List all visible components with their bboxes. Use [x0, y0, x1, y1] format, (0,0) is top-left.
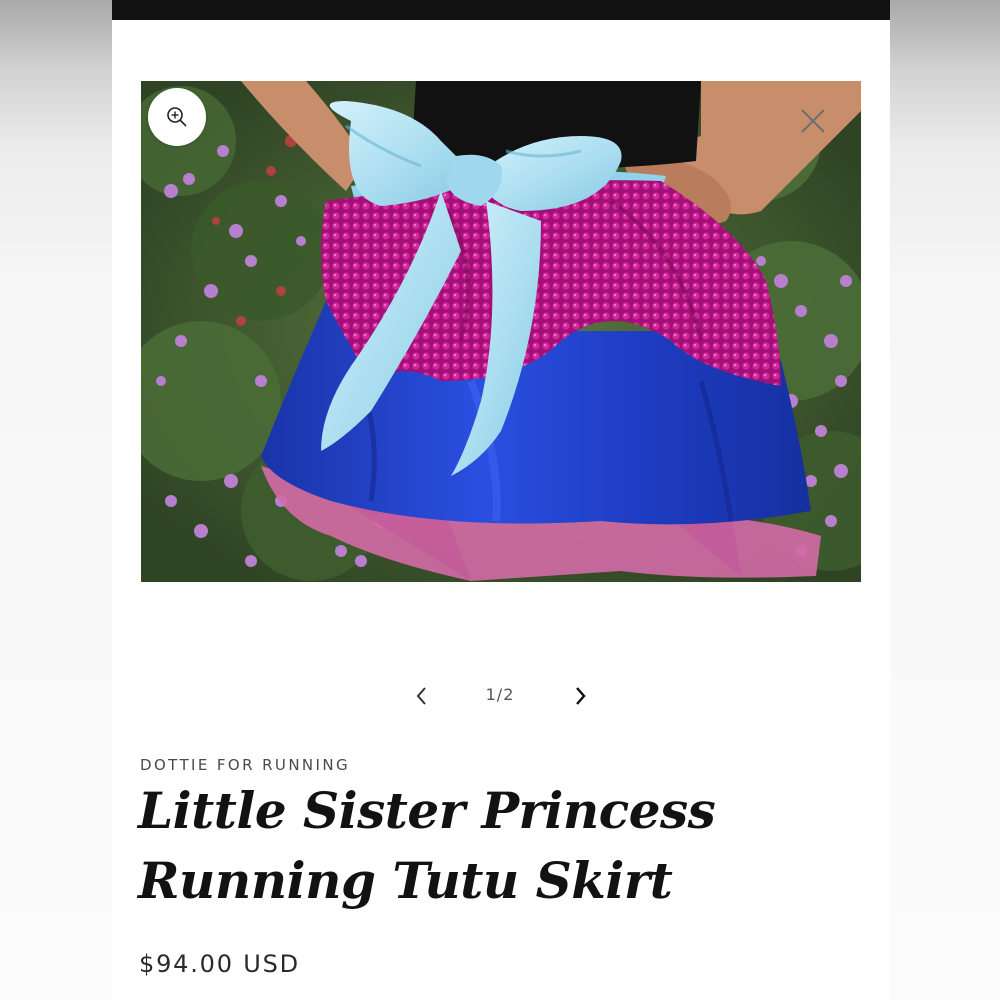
product-title: Little Sister Princess Running Tutu Skir… [138, 781, 716, 910]
zoom-button[interactable] [148, 88, 206, 146]
previous-slide-button[interactable] [406, 680, 438, 712]
product-image[interactable] [141, 81, 861, 582]
top-bar [112, 0, 890, 20]
right-backdrop [890, 0, 1000, 1000]
slide-counter: 1/2 [485, 685, 515, 704]
chevron-left-icon [416, 687, 426, 705]
close-icon [801, 109, 825, 133]
chevron-right-icon [576, 687, 586, 705]
product-vendor: DOTTIE FOR RUNNING [140, 756, 351, 774]
next-slide-button[interactable] [564, 680, 596, 712]
product-page: 1/2 DOTTIE FOR RUNNING Little Sister Pri… [112, 0, 890, 1000]
zoom-in-icon [167, 107, 187, 127]
product-price: $94.00 USD [139, 950, 300, 978]
left-backdrop [0, 0, 112, 1000]
close-button[interactable] [796, 104, 830, 138]
gallery-nav: 1/2 [112, 676, 890, 716]
